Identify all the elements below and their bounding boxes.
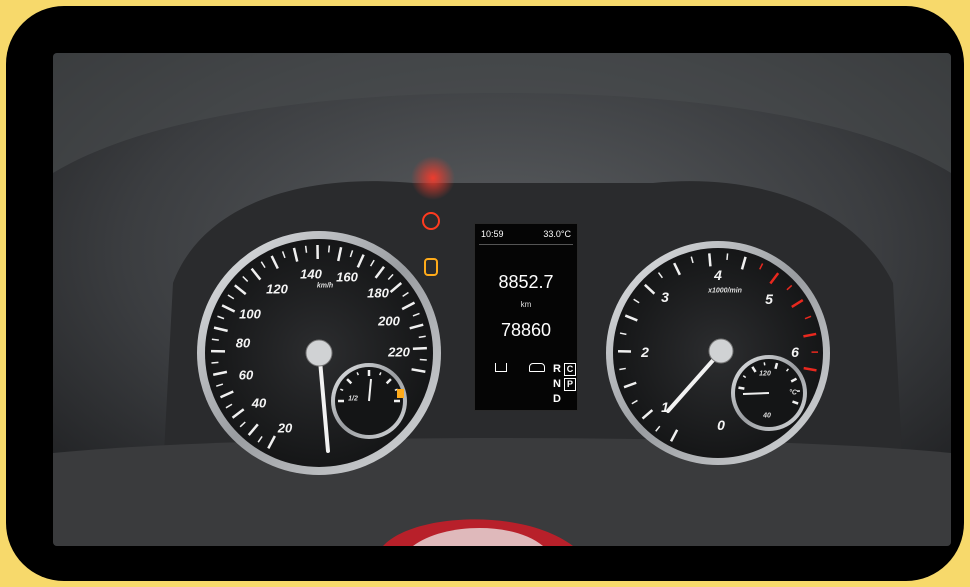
temp-label-120: 120 (759, 370, 771, 378)
gauge-tick (738, 386, 745, 390)
coffee-cup-icon (495, 363, 507, 372)
fuel-gauge-label: 1/2 (348, 395, 358, 403)
center-display: 10:59 33.0°C 8852.7 km 78860 R C N P D (474, 223, 578, 411)
clock-readout: 10:59 (481, 229, 504, 239)
gauge-tick (412, 346, 427, 350)
gauge-tick (327, 245, 331, 253)
rpm-label-4: 4 (714, 267, 722, 283)
gauge-tick (619, 367, 626, 371)
rpm-label-5: 5 (765, 291, 773, 307)
speedometer-hub (305, 339, 333, 367)
gear-r: R (553, 363, 561, 375)
speed-label-120: 120 (266, 281, 288, 297)
speed-label-180: 180 (367, 285, 389, 301)
temp-label-40: 40 (763, 412, 771, 420)
gauge-tick (340, 388, 344, 391)
outside-temperature: 33.0°C (543, 229, 571, 239)
odometer: 78860 (500, 320, 552, 340)
gauge-tick (304, 245, 308, 253)
gauge-tick (379, 372, 382, 376)
display-divider (479, 244, 573, 245)
speed-label-60: 60 (238, 367, 254, 383)
trip-meter: 8852.7 (498, 272, 554, 292)
rpm-label-2: 2 (641, 344, 649, 360)
dashboard-photo: 20 40 60 80 100 120 140 160 180 200 220 … (53, 53, 951, 546)
rpm-unit: x1000/min (708, 287, 742, 295)
temp-unit: °C (789, 389, 797, 397)
speed-label-160: 160 (336, 269, 358, 285)
rpm-label-0: 0 (717, 417, 725, 433)
glow-red (411, 156, 455, 200)
gauge-tick (774, 362, 779, 370)
speed-label-100: 100 (239, 306, 261, 322)
gauge-tick (708, 253, 712, 267)
speed-label-140: 140 (300, 266, 322, 282)
car-assist-icon (529, 363, 545, 372)
rpm-label-1: 1 (661, 399, 669, 415)
rpm-label-3: 3 (661, 289, 669, 305)
gear-c: C (564, 363, 576, 376)
gauge-tick (726, 253, 729, 261)
gauge-tick (211, 361, 219, 364)
temp-gauge-needle (742, 392, 770, 395)
gauge-tick (418, 335, 426, 339)
gear-p: P (564, 378, 576, 391)
fuel-icon (397, 389, 404, 398)
rpm-label-6: 6 (791, 344, 799, 360)
gauge-tick (211, 338, 219, 341)
trip-unit: km (520, 300, 532, 309)
image-frame: 20 40 60 80 100 120 140 160 180 200 220 … (6, 6, 964, 581)
speed-label-80: 80 (235, 335, 251, 351)
tachometer-hub (708, 338, 734, 364)
gear-n: N (553, 378, 561, 390)
speed-label-200: 200 (378, 313, 400, 329)
gauge-tick (356, 372, 359, 376)
speed-unit: km/h (316, 282, 334, 290)
speed-label-40: 40 (251, 395, 267, 411)
gear-d: D (553, 393, 561, 405)
speed-label-20: 20 (277, 420, 293, 436)
speed-label-220: 220 (388, 344, 410, 360)
